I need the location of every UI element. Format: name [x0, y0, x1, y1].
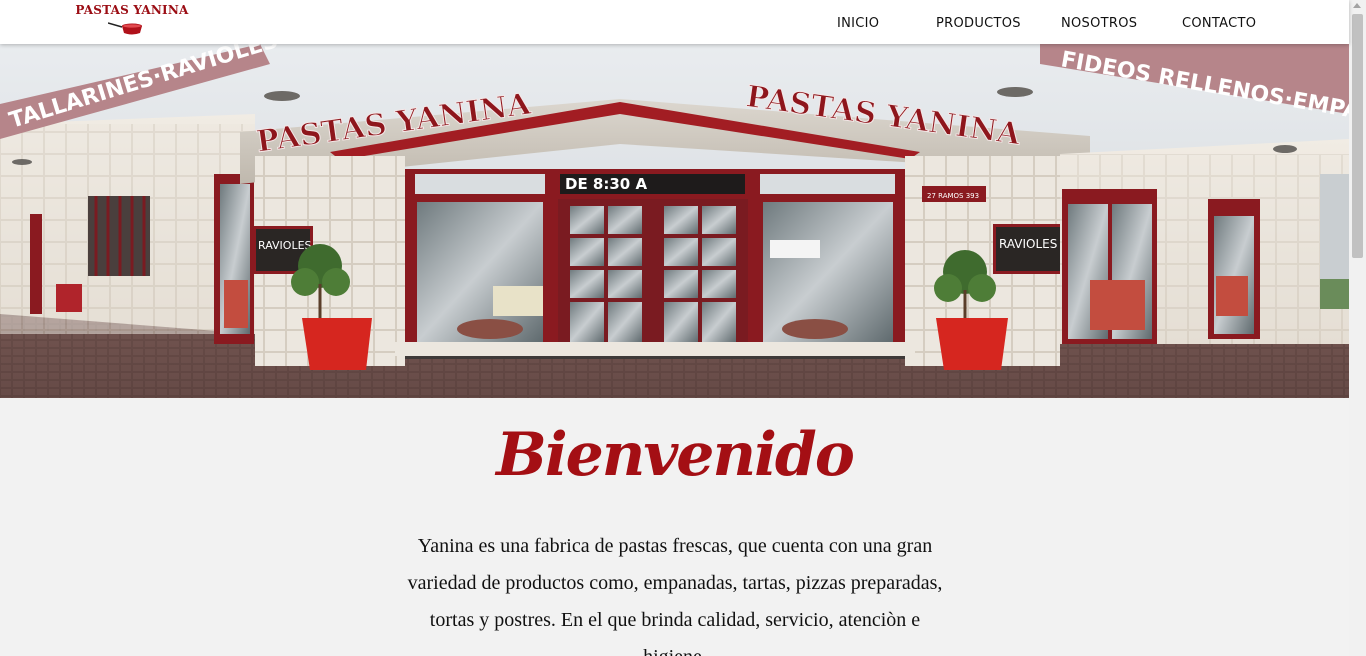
- hours-text: DE 8:30 A: [565, 175, 647, 193]
- logo-text: PASTAS YANINA: [75, 3, 189, 17]
- scroll-thumb[interactable]: [1352, 14, 1363, 258]
- logo[interactable]: PASTAS YANINA: [74, 3, 190, 39]
- board-right: RAVIOLES: [999, 237, 1057, 251]
- nav-link-contacto[interactable]: CONTACTO: [1182, 16, 1256, 31]
- frying-pan-icon: [108, 22, 142, 35]
- intro-text: Yanina es una fabrica de pastas frescas,…: [407, 535, 943, 656]
- street-number: 27 RAMOS 393: [927, 192, 979, 200]
- welcome-heading: Bienvenido: [496, 420, 855, 490]
- storefront-photo: TALLARINES·RAVIOLES PASTAS YANINA PASTAS…: [0, 44, 1349, 398]
- nav-link-nosotros[interactable]: NOSOTROS: [1061, 16, 1137, 31]
- page-scrollbar[interactable]: [1349, 0, 1366, 656]
- board-left: RAVIOLES: [258, 239, 312, 252]
- navbar: PASTAS YANINA INICIO PRODUCTOS NOSOTROS …: [0, 0, 1349, 44]
- hero-image: TALLARINES·RAVIOLES PASTAS YANINA PASTAS…: [0, 44, 1349, 398]
- scroll-up-arrow-icon[interactable]: [1353, 3, 1361, 8]
- nav-link-productos[interactable]: PRODUCTOS: [936, 16, 1021, 31]
- nav-link-inicio[interactable]: INICIO: [837, 16, 879, 31]
